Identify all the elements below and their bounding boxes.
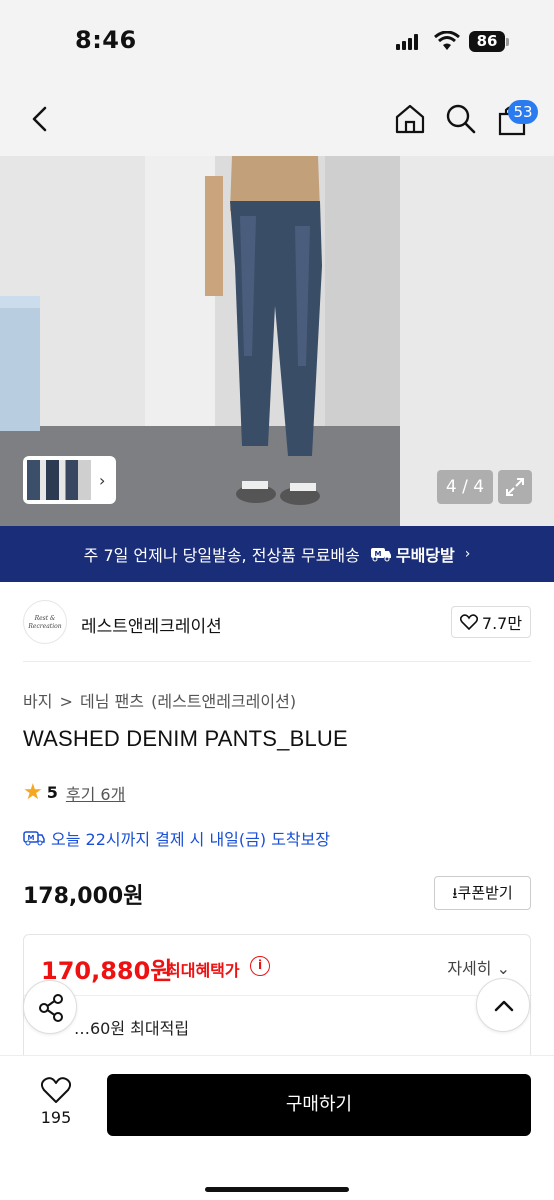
info-icon[interactable]: i bbox=[250, 956, 270, 976]
detail-label: 자세히 bbox=[447, 959, 492, 978]
best-price-label: 최대혜택가 bbox=[166, 961, 240, 980]
battery-icon: 86 bbox=[469, 31, 505, 52]
buy-button[interactable]: 구매하기 bbox=[107, 1074, 531, 1136]
chevron-right-icon[interactable]: › bbox=[99, 471, 105, 490]
product-price: 178,000원 bbox=[23, 884, 144, 909]
bottom-bar: 195 구매하기 bbox=[0, 1055, 554, 1200]
wish-button[interactable]: 195 bbox=[22, 1076, 90, 1127]
brand-like-count: 7.7만 bbox=[481, 614, 523, 633]
delivery-truck-icon: M bbox=[23, 831, 45, 846]
brand-row[interactable]: Rest & Recreation 레스트앤레크레이션 7.7만 bbox=[23, 582, 531, 662]
delivery-truck-icon: M bbox=[370, 548, 391, 562]
thumbnail[interactable] bbox=[27, 460, 91, 500]
max-points: …60원 최대적립 bbox=[74, 1019, 190, 1038]
detail-toggle[interactable]: 자세히 ⌄ bbox=[447, 955, 510, 979]
wish-count: 195 bbox=[40, 1108, 72, 1127]
brand-like-button[interactable]: 7.7만 bbox=[451, 606, 531, 638]
share-icon bbox=[39, 994, 63, 1022]
battery-cap bbox=[506, 38, 509, 46]
chevron-up-icon bbox=[494, 1000, 514, 1012]
divider bbox=[24, 995, 532, 996]
breadcrumb-category[interactable]: 바지 bbox=[23, 692, 52, 711]
search-icon[interactable] bbox=[444, 102, 478, 136]
image-counter: 4 / 4 bbox=[437, 470, 493, 504]
review-link[interactable]: 후기 6개 bbox=[66, 781, 125, 805]
benefit-box: 170,880원 최대혜택가 i 자세히 ⌄ …60원 최대적립 bbox=[23, 934, 532, 1064]
signal-icon bbox=[396, 34, 422, 50]
thumbnail-strip[interactable]: › bbox=[23, 456, 116, 504]
banner-brand: 무배당발 bbox=[395, 546, 455, 565]
top-nav bbox=[0, 84, 554, 156]
svg-text:M: M bbox=[28, 834, 35, 842]
heart-icon bbox=[459, 614, 478, 630]
home-indicator bbox=[205, 1187, 349, 1192]
expand-icon[interactable] bbox=[498, 470, 532, 504]
product-title: WASHED DENIM PANTS_BLUE bbox=[23, 726, 348, 751]
breadcrumb-brand[interactable]: (레스트앤레크레이션) bbox=[151, 692, 296, 711]
status-time: 8:46 bbox=[75, 26, 137, 54]
product-image[interactable]: › 4 / 4 bbox=[0, 156, 554, 526]
banner-text: 주 7일 언제나 당일발송, 전상품 무료배송 bbox=[83, 546, 360, 565]
cart-count-badge: 53 bbox=[508, 100, 538, 124]
delivery-guarantee: M 오늘 22시까지 결제 시 내일(금) 도착보장 bbox=[23, 826, 330, 850]
status-bar: 8:46 86 bbox=[0, 0, 554, 84]
breadcrumb: 바지 > 데님 팬츠 (레스트앤레크레이션) bbox=[23, 688, 298, 712]
home-icon[interactable] bbox=[393, 102, 427, 136]
breadcrumb-separator: > bbox=[59, 692, 73, 711]
scroll-top-button[interactable] bbox=[476, 978, 530, 1032]
rating[interactable]: ★ 5 후기 6개 bbox=[23, 780, 125, 805]
brand-name[interactable]: 레스트앤레크레이션 bbox=[81, 612, 222, 637]
heart-icon bbox=[41, 1077, 71, 1103]
rating-score: 5 bbox=[46, 783, 58, 802]
coupon-label: 쿠폰받기 bbox=[457, 884, 513, 902]
brand-logo[interactable]: Rest & Recreation bbox=[23, 600, 67, 644]
star-icon: ★ bbox=[23, 780, 43, 805]
coupon-button[interactable]: ⭳쿠폰받기 bbox=[434, 876, 531, 910]
chevron-down-icon: ⌄ bbox=[496, 959, 510, 978]
svg-text:M: M bbox=[374, 550, 381, 558]
delivery-text: 오늘 22시까지 결제 시 내일(금) 도착보장 bbox=[51, 830, 331, 849]
chevron-right-icon: › bbox=[464, 546, 471, 562]
share-button[interactable] bbox=[23, 980, 77, 1034]
back-arrow-icon[interactable] bbox=[26, 104, 56, 134]
shipping-banner[interactable]: 주 7일 언제나 당일발송, 전상품 무료배송 M 무배당발 › bbox=[0, 526, 554, 582]
wifi-icon bbox=[434, 31, 460, 50]
breadcrumb-subcategory[interactable]: 데님 팬츠 bbox=[80, 692, 144, 711]
